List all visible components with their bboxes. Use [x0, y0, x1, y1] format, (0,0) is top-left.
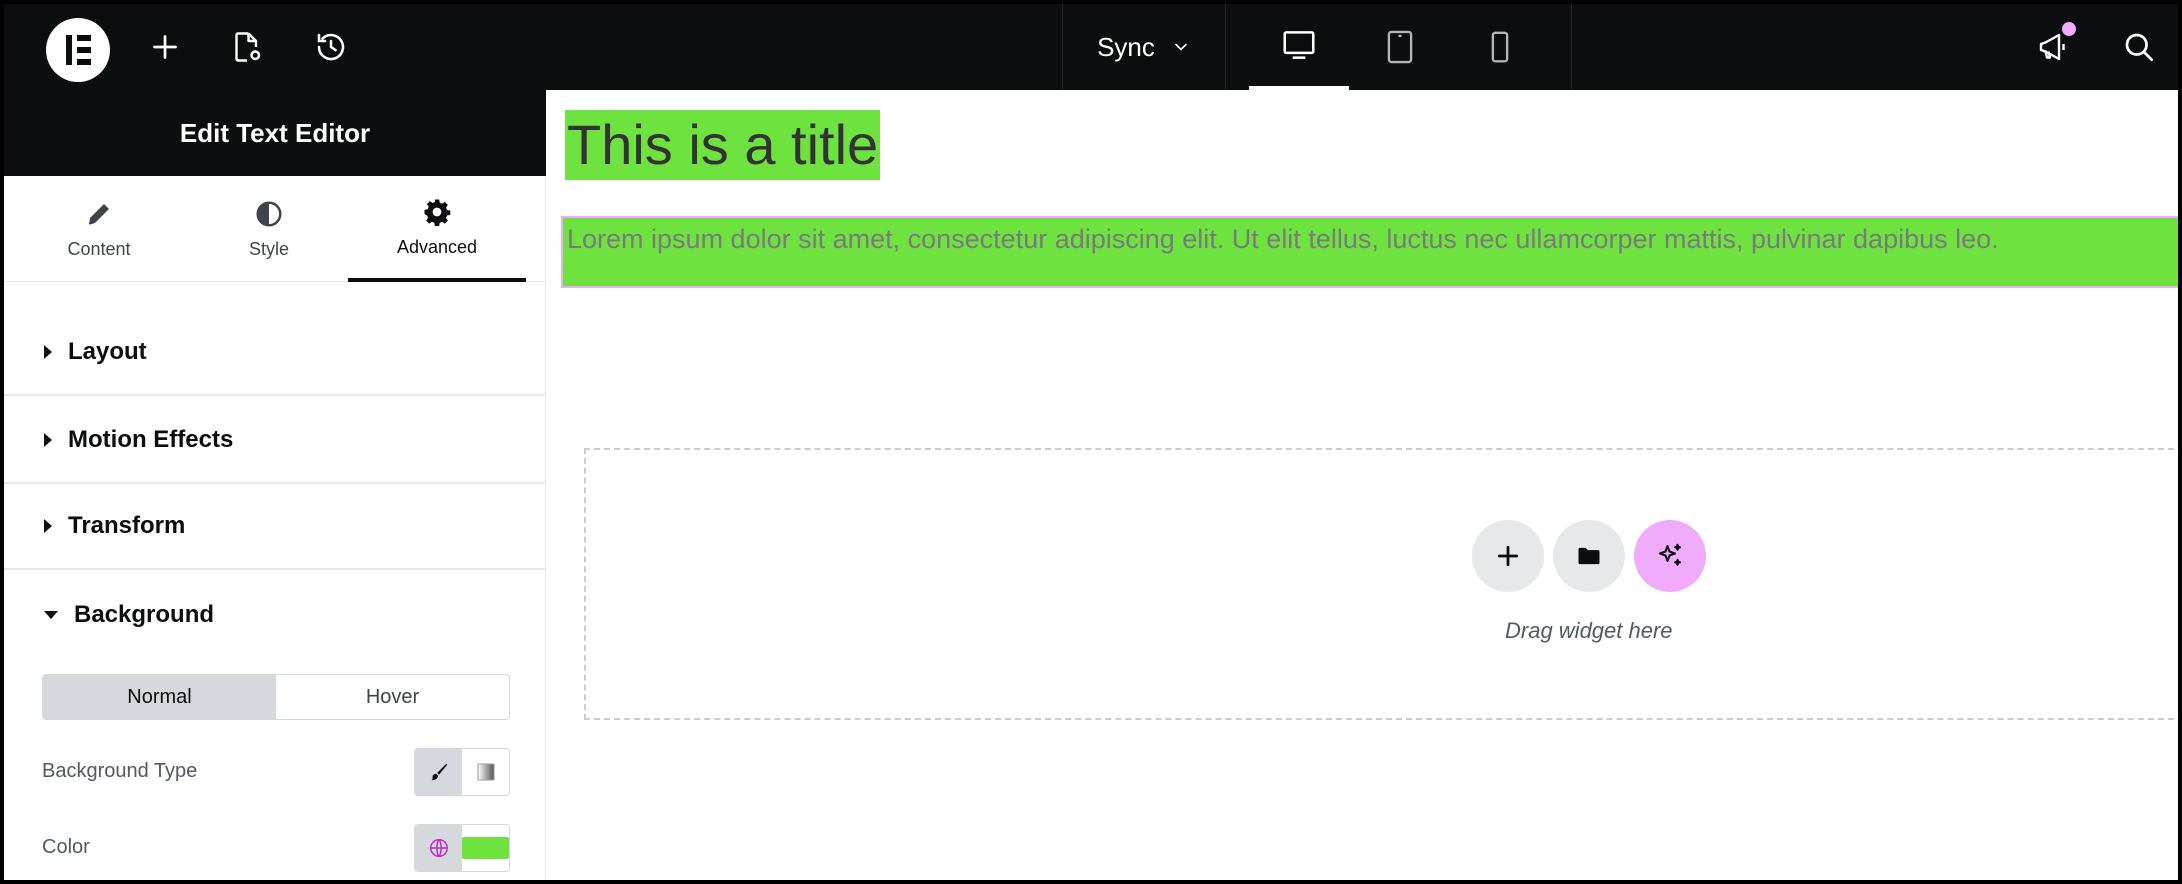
desktop-icon: [1283, 31, 1315, 59]
mobile-view-button[interactable]: [1450, 4, 1550, 90]
chevron-down-icon: [1175, 43, 1187, 51]
elementor-logo-button[interactable]: [46, 18, 110, 82]
divider: [1571, 4, 1572, 90]
heading-text: This is a title: [567, 113, 879, 176]
background-type-control: [414, 748, 510, 796]
caret-right-icon: [44, 433, 52, 447]
preview-canvas: This is a title Lorem ipsum dolor sit am…: [547, 90, 2178, 880]
gradient-icon: [477, 763, 494, 781]
tab-style-label: Style: [248, 238, 290, 259]
normal-state-tab[interactable]: Normal: [43, 675, 276, 719]
page-settings-button[interactable]: [226, 26, 268, 68]
section-background[interactable]: Background: [4, 572, 546, 658]
color-control: [414, 824, 510, 872]
section-motion-effects-label: Motion Effects: [68, 426, 234, 453]
search-icon: [2125, 33, 2154, 62]
drop-zone[interactable]: [584, 448, 2178, 720]
history-icon: [317, 33, 345, 61]
paragraph-text: Lorem ipsum dolor sit amet, consectetur …: [567, 224, 1999, 254]
sparkle-icon: [1659, 543, 1681, 566]
tab-content-label: Content: [67, 238, 131, 259]
hover-state-tab[interactable]: Hover: [276, 675, 509, 719]
notification-dot: [2062, 22, 2076, 36]
editor-window: Sync Edit Text Editor Content Style Adva…: [0, 0, 2182, 884]
sync-label: Sync: [1097, 31, 1155, 62]
plus-icon: [153, 35, 177, 59]
background-type-label: Background Type: [42, 760, 198, 782]
section-background-label: Background: [74, 601, 215, 628]
section-transform-label: Transform: [68, 512, 186, 539]
history-button[interactable]: [310, 26, 352, 68]
plus-icon: [1497, 545, 1519, 567]
section-transform[interactable]: Transform: [4, 484, 546, 570]
section-motion-effects[interactable]: Motion Effects: [4, 398, 546, 484]
tab-advanced[interactable]: Advanced: [348, 176, 526, 282]
section-layout-label: Layout: [68, 338, 147, 365]
color-swatch-button[interactable]: [462, 825, 509, 871]
tab-advanced-label: Advanced: [396, 236, 478, 257]
add-element-button[interactable]: [144, 26, 186, 68]
editor-panel: Edit Text Editor Content Style Advanced …: [4, 90, 546, 880]
global-colors-button[interactable]: [415, 825, 462, 871]
heading-widget[interactable]: This is a title: [565, 110, 881, 180]
page-settings-icon: [235, 32, 261, 62]
search-button[interactable]: [2118, 26, 2160, 68]
pencil-icon: [88, 203, 109, 225]
caret-right-icon: [44, 345, 52, 359]
contrast-icon: [256, 201, 282, 226]
gradient-background-button[interactable]: [462, 749, 509, 795]
gear-icon: [424, 199, 451, 226]
panel-title: Edit Text Editor: [4, 90, 546, 176]
folder-icon: [1578, 547, 1600, 565]
panel-tabs: Content Style Advanced: [4, 176, 546, 282]
drop-hint: Drag widget here: [1505, 618, 1673, 643]
globe-icon: [429, 839, 448, 857]
classic-background-button[interactable]: [415, 749, 462, 795]
sync-dropdown[interactable]: Sync: [1062, 4, 1226, 90]
brush-icon: [431, 763, 447, 781]
caret-down-icon: [44, 611, 58, 619]
color-swatch: [462, 837, 509, 859]
add-template-button[interactable]: [1553, 520, 1625, 592]
tablet-view-button[interactable]: [1350, 4, 1450, 90]
section-layout[interactable]: Layout: [4, 310, 546, 396]
top-bar: Sync: [4, 4, 2178, 90]
ai-generate-button[interactable]: [1634, 520, 1706, 592]
tab-content[interactable]: Content: [10, 176, 188, 282]
tablet-icon: [1387, 30, 1413, 64]
add-section-button[interactable]: [1472, 520, 1544, 592]
color-label: Color: [42, 836, 90, 858]
state-toggle: Normal Hover: [42, 674, 510, 720]
mobile-icon: [1491, 31, 1509, 63]
text-editor-widget[interactable]: Lorem ipsum dolor sit amet, consectetur …: [561, 216, 2178, 288]
tab-style[interactable]: Style: [180, 176, 358, 282]
desktop-view-button[interactable]: [1249, 4, 1349, 90]
caret-right-icon: [44, 519, 52, 533]
